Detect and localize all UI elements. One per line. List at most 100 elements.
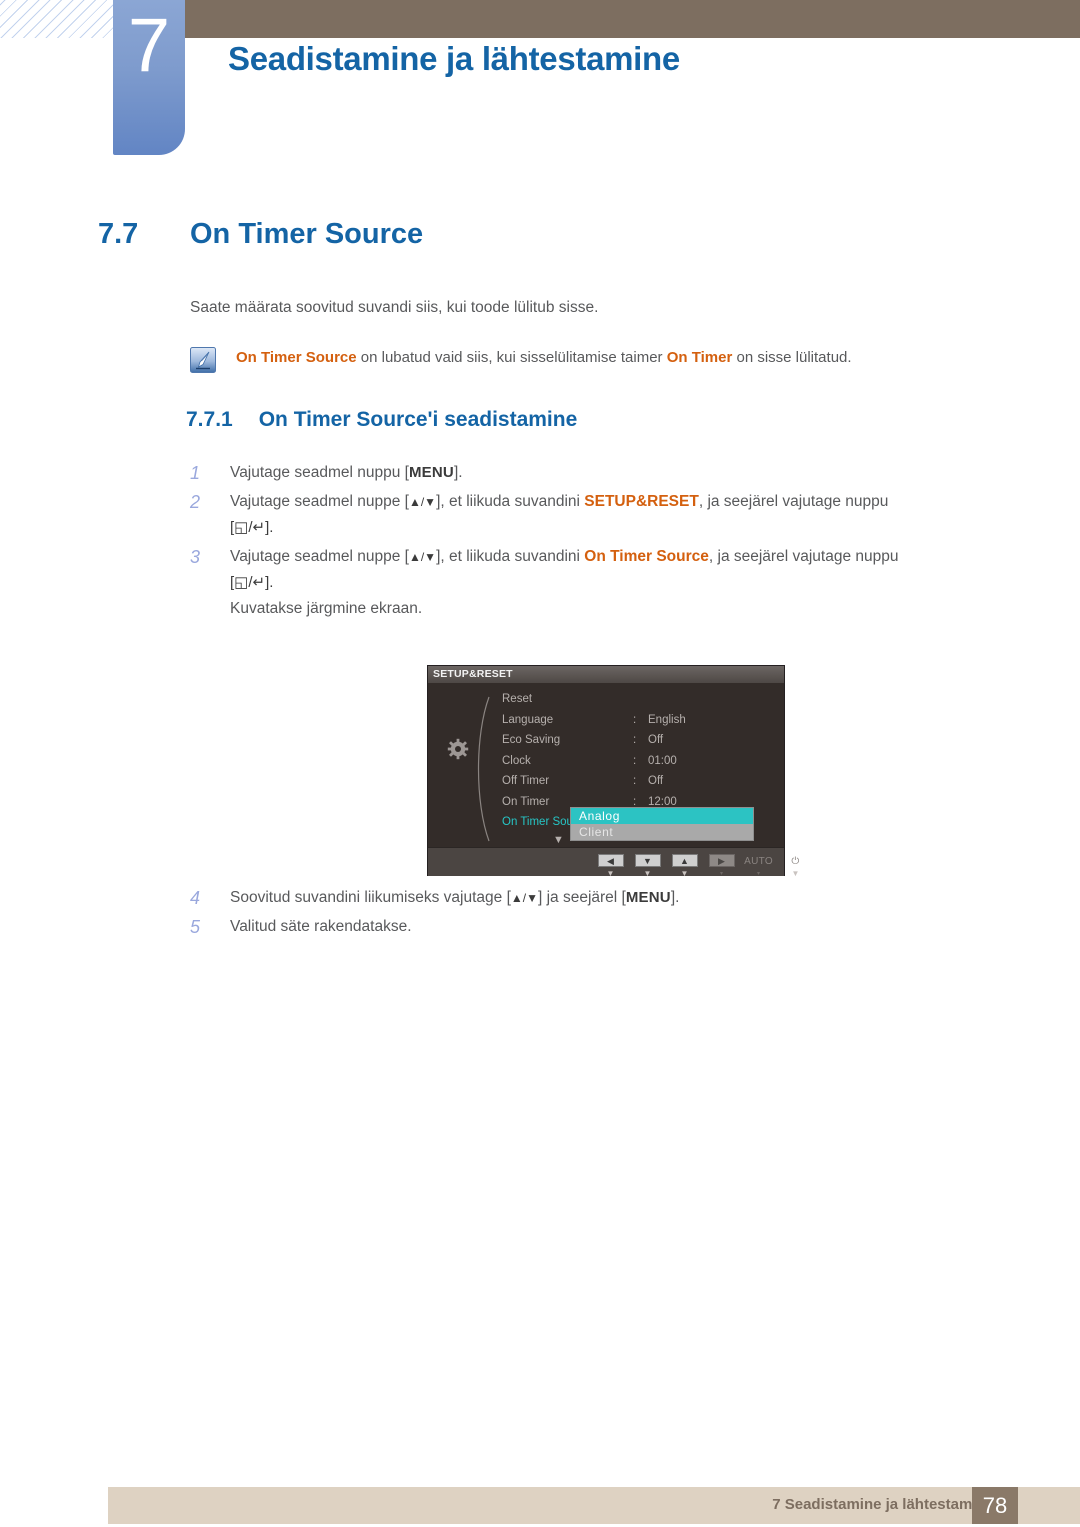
osd-key-sub: ▼ — [606, 869, 615, 878]
subsection-heading: 7.7.1 On Timer Source'i seadistamine — [186, 408, 577, 432]
osd-label: On Timer — [502, 795, 550, 808]
osd-option-analog[interactable]: Analog — [571, 808, 753, 824]
step-number: 2 — [190, 492, 201, 512]
osd-label: Language — [502, 713, 554, 726]
osd-key-group: ◀ ▼ ▼ ▼ ▲ ▼ ▶ ▾ AUTO ▾ ⏻ ▼ — [592, 851, 814, 878]
osd-label: Clock — [502, 754, 531, 767]
step-number: 1 — [190, 463, 201, 483]
osd-value: 01:00 — [648, 754, 677, 767]
note-text-part-1: on lubatud vaid siis, kui sisselülitamis… — [356, 349, 667, 366]
osd-title-bar: SETUP&RESET — [428, 666, 784, 683]
section-title: On Timer Source — [190, 218, 424, 250]
osd-key-sub: ▼ — [643, 869, 652, 878]
step-followup-text: Kuvatakse järgmine ekraan. — [230, 600, 423, 617]
osd-label: Off Timer — [502, 775, 550, 787]
power-icon: ⏻ — [791, 856, 800, 867]
osd-key-up[interactable]: ▲ ▼ — [666, 851, 703, 878]
chapter-header-bar — [185, 0, 1080, 38]
osd-row-off-timer[interactable]: Off Timer : Off — [502, 771, 782, 792]
key-menu: MENU — [408, 464, 454, 481]
osd-key-left[interactable]: ◀ ▼ — [592, 851, 629, 878]
step-text-mid: ], et liikuda suvandini — [436, 493, 585, 510]
osd-colon: : — [633, 713, 637, 726]
step-item: 2 Vajutage seadmel nuppe [▲/▼], et liiku… — [190, 489, 1000, 541]
auto-label-icon: AUTO — [744, 856, 773, 867]
step-number: 3 — [190, 547, 201, 567]
step-body: Soovitud suvandini liikumiseks vajutage … — [230, 885, 1000, 911]
step-text-mid: ], et liikuda suvandini — [436, 548, 585, 565]
gear-icon — [447, 738, 469, 760]
arrow-left-icon: ◀ — [597, 854, 624, 867]
chapter-number: 7 — [127, 3, 171, 88]
chapter-title: Seadistamine ja lähtestamine — [228, 40, 680, 77]
chevron-down-icon[interactable]: ▼ — [553, 835, 564, 846]
step-body: Vajutage seadmel nuppu [MENU]. — [230, 460, 1000, 486]
note-highlight-on-timer-source: On Timer Source — [236, 349, 357, 366]
subsection-title: On Timer Source'i seadistamine — [258, 408, 578, 431]
step-number: 4 — [190, 888, 201, 908]
key-up-down-arrows: ▲/▼ — [408, 495, 437, 509]
footer-page-number: 78 — [982, 1493, 1008, 1518]
osd-key-sub: ▼ — [791, 869, 800, 878]
osd-colon: : — [633, 775, 637, 787]
step-text-tail: ]. — [670, 889, 680, 906]
note-text-part-2: on sisse lülitatud. — [732, 349, 852, 366]
step-text-tail: , ja seejärel vajutage nuppu — [698, 493, 889, 510]
chapter-number-badge: 7 — [113, 0, 185, 155]
key-up-down-arrows: ▲/▼ — [510, 891, 538, 905]
key-enter-glyph-line: [◱/↵]. — [230, 574, 274, 591]
note-text: On Timer Source on lubatud vaid siis, ku… — [236, 347, 852, 369]
steps-list: 1 Vajutage seadmel nuppu [MENU]. 2 Vajut… — [190, 460, 1000, 625]
osd-body: Reset Language : English Eco Saving : Of… — [428, 683, 784, 847]
note-highlight-on-timer: On Timer — [666, 349, 733, 366]
osd-row-language[interactable]: Language : English — [502, 710, 782, 731]
osd-screenshot: SETUP&RESET Reset Language: English Eco… — [427, 665, 799, 878]
section-number: 7.7 — [98, 218, 139, 250]
osd-colon: : — [633, 754, 637, 767]
osd-label: Reset — [502, 693, 533, 705]
osd-key-down[interactable]: ▼ ▼ — [629, 851, 666, 878]
step-body: Valitud säte rakendatakse. — [230, 914, 1000, 940]
step-text-tail: , ja seejärel vajutage nuppu — [708, 548, 899, 565]
step-body: Vajutage seadmel nuppe [▲/▼], et liikuda… — [230, 544, 1000, 622]
step-text: Valitud säte rakendatakse. — [230, 918, 412, 935]
step-item: 5 Valitud säte rakendatakse. — [190, 914, 1000, 940]
osd-key-legend-bar: ◀ ▼ ▼ ▼ ▲ ▼ ▶ ▾ AUTO ▾ ⏻ ▼ — [428, 847, 799, 878]
document-page: 7 Seadistamine ja lähtestamine 7.7 On Ti… — [0, 0, 1080, 1527]
note-pen-icon — [190, 347, 216, 373]
step-text-mid: ] ja seejärel [ — [537, 889, 626, 906]
step-text: Vajutage seadmel nuppe [ — [230, 493, 409, 510]
step-body: Vajutage seadmel nuppe [▲/▼], et liikuda… — [230, 489, 1000, 541]
key-menu: MENU — [625, 889, 671, 906]
step-text-tail: ]. — [453, 464, 463, 481]
arrow-down-icon: ▼ — [634, 854, 661, 867]
subsection-number: 7.7.1 — [186, 408, 233, 431]
arrow-up-icon: ▲ — [671, 854, 698, 867]
osd-key-power[interactable]: ⏻ ▼ — [777, 851, 814, 878]
step-highlight: On Timer Source — [584, 548, 709, 565]
osd-divider-curve — [468, 695, 494, 843]
osd-key-auto[interactable]: AUTO ▾ — [740, 851, 777, 878]
section-intro-text: Saate määrata soovitud suvandi siis, kui… — [190, 299, 599, 316]
osd-row-reset[interactable]: Reset — [502, 689, 782, 710]
osd-label: Eco Saving — [502, 734, 561, 746]
osd-key-sub: ▾ — [756, 871, 760, 877]
step-item: 3 Vajutage seadmel nuppe [▲/▼], et liiku… — [190, 544, 1000, 622]
arrow-right-icon: ▶ — [708, 854, 735, 867]
osd-row-clock[interactable]: Clock : 01:00 — [502, 751, 782, 772]
osd-key-sub: ▾ — [719, 871, 723, 877]
osd-key-right[interactable]: ▶ ▾ — [703, 851, 740, 878]
key-enter-glyph-line: [◱/↵]. — [230, 519, 274, 536]
osd-colon: : — [633, 734, 637, 746]
step-text: Soovitud suvandini liikumiseks vajutage … — [230, 889, 511, 906]
step-item: 1 Vajutage seadmel nuppu [MENU]. — [190, 460, 1000, 486]
step-highlight: SETUP&RESET — [584, 493, 699, 510]
step-text: Vajutage seadmel nuppe [ — [230, 548, 409, 565]
osd-dropdown-popup[interactable]: Analog Client — [570, 807, 754, 841]
step-text: Vajutage seadmel nuppu [ — [230, 464, 409, 481]
step-item: 4 Soovitud suvandini liikumiseks vajutag… — [190, 885, 1000, 911]
osd-value: English — [648, 713, 686, 726]
osd-value: Off — [648, 775, 664, 787]
osd-option-client[interactable]: Client — [571, 824, 753, 840]
osd-row-eco-saving[interactable]: Eco Saving : Off — [502, 730, 782, 751]
